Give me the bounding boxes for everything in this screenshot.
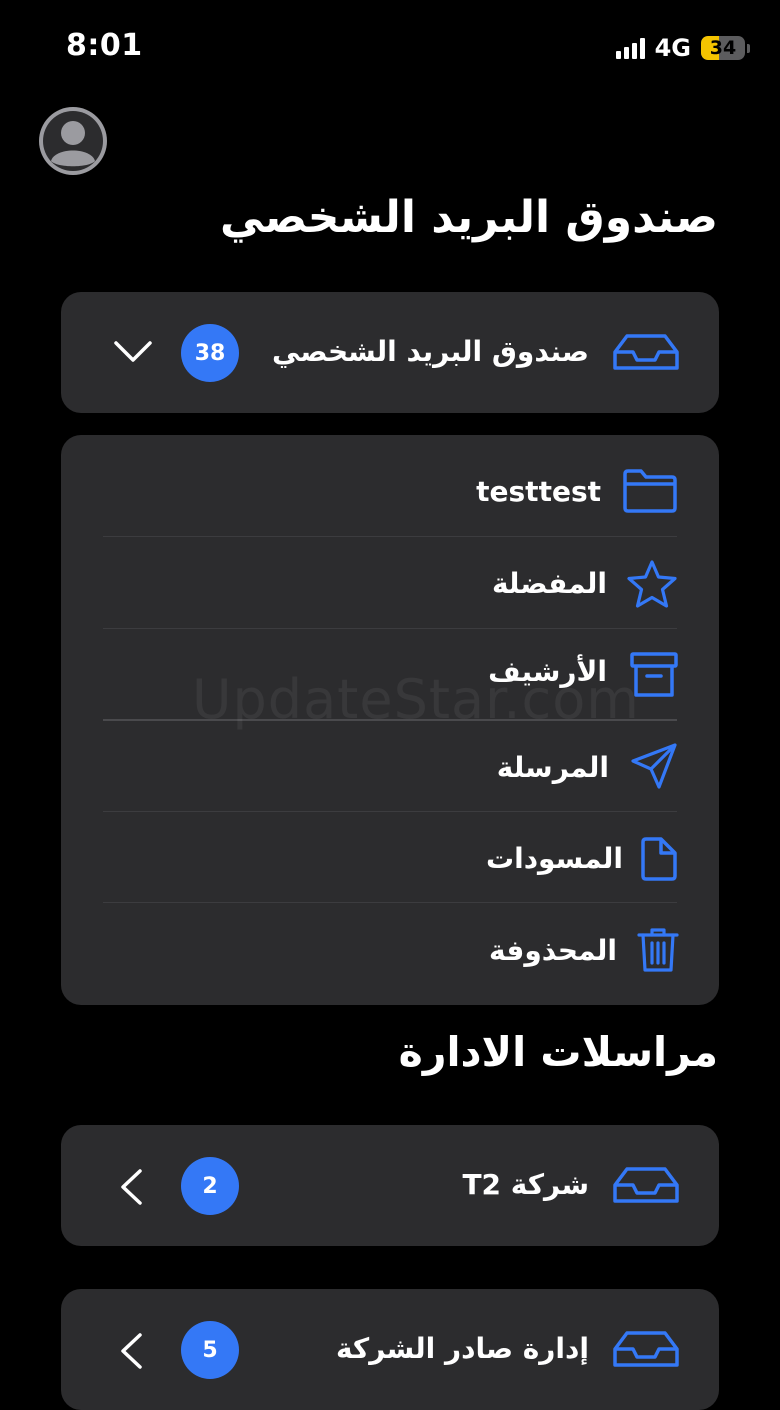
battery-level: 34	[709, 37, 737, 59]
battery-nub	[747, 43, 750, 53]
inbox-tray-icon	[613, 1331, 679, 1373]
cellular-signal-icon	[615, 37, 645, 59]
paper-plane-icon	[629, 741, 679, 795]
inbox-label: صندوق البريد الشخصي	[272, 335, 589, 368]
folder-label: المحذوفة	[489, 934, 617, 967]
folder-row-sent[interactable]: المرسلة	[61, 721, 719, 811]
status-indicators: 4G 34	[615, 34, 750, 62]
folder-label: المسودات	[485, 842, 623, 875]
network-type: 4G	[654, 34, 691, 62]
folder-label: المرسلة	[496, 751, 609, 784]
personal-inbox-card[interactable]: صندوق البريد الشخصي 38	[61, 292, 719, 413]
folder-label: المفضلة	[491, 567, 607, 600]
battery-icon: 34	[701, 36, 745, 60]
mailbox-label: شركة T2	[462, 1168, 589, 1201]
chevron-down-icon[interactable]	[113, 340, 153, 368]
status-time: 8:01	[66, 28, 143, 63]
chevron-left-icon[interactable]	[119, 1168, 143, 1210]
person-icon	[39, 107, 107, 175]
folder-row-favorites[interactable]: المفضلة	[61, 537, 719, 627]
unread-count-badge: 2	[181, 1157, 239, 1215]
star-icon	[625, 559, 679, 613]
folder-label: الأرشيف	[488, 655, 607, 688]
archive-box-icon	[629, 651, 679, 703]
folder-row-drafts[interactable]: المسودات	[61, 812, 719, 902]
document-icon	[639, 836, 679, 886]
folders-card: testtest المفضلة الأرشيف المرسلة المسودا…	[61, 435, 719, 1005]
unread-count-badge: 38	[181, 324, 239, 382]
inbox-tray-icon	[613, 334, 679, 376]
profile-avatar-button[interactable]	[37, 105, 109, 177]
folder-row-archive[interactable]: الأرشيف	[61, 629, 719, 719]
folder-label: testtest	[476, 475, 601, 508]
mailbox-label: إدارة صادر الشركة	[335, 1332, 589, 1365]
inbox-tray-icon	[613, 1167, 679, 1209]
page-title: صندوق البريد الشخصي	[219, 192, 718, 243]
section-title-admin: مراسلات الادارة	[398, 1028, 718, 1076]
folder-row-trash[interactable]: المحذوفة	[61, 903, 719, 1003]
folder-icon	[621, 468, 679, 518]
status-bar: 8:01 4G 34	[0, 0, 780, 96]
chevron-left-icon[interactable]	[119, 1332, 143, 1374]
admin-mailbox-card[interactable]: إدارة صادر الشركة 5	[61, 1289, 719, 1410]
admin-mailbox-card[interactable]: شركة T2 2	[61, 1125, 719, 1246]
trash-icon	[637, 927, 679, 977]
folder-row-testtest[interactable]: testtest	[61, 435, 719, 535]
unread-count-badge: 5	[181, 1321, 239, 1379]
